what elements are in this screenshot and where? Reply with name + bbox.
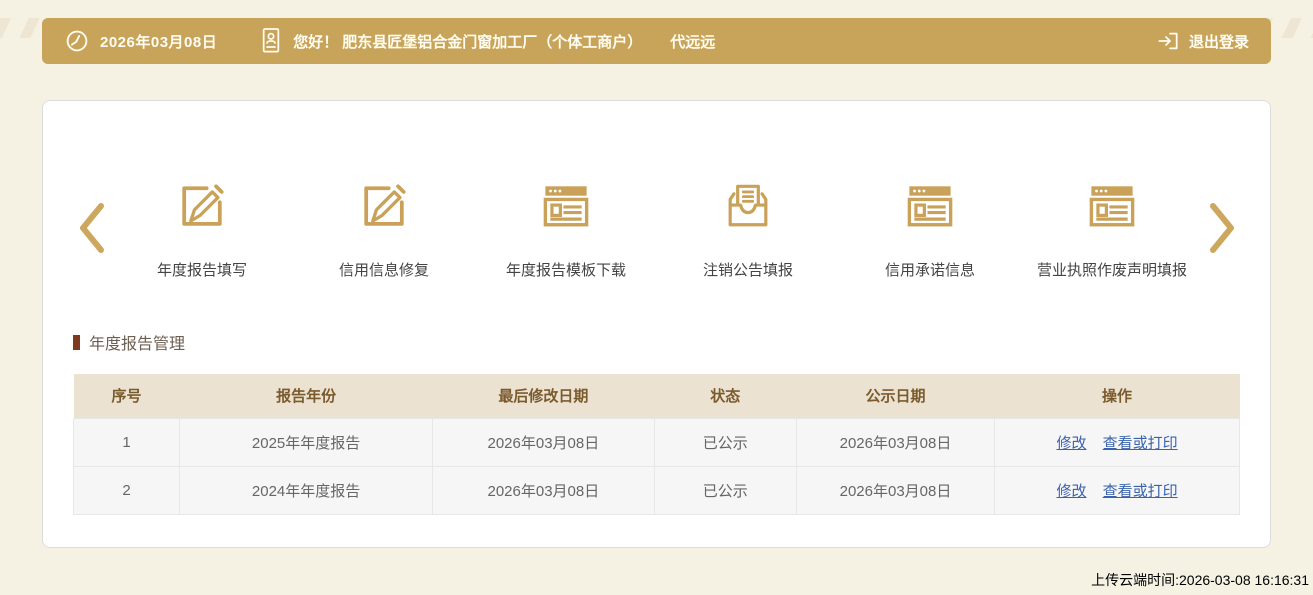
cell-year: 2025年年度报告 xyxy=(180,418,433,466)
template-icon xyxy=(900,175,960,237)
company-name: 肥东县匠堡铝合金门窗加工厂（个体工商户） xyxy=(342,31,642,52)
logout-button[interactable]: 退出登录 xyxy=(1156,29,1249,53)
logout-icon xyxy=(1156,29,1180,53)
current-date: 2026年03月08日 xyxy=(100,31,217,52)
section-title-text: 年度报告管理 xyxy=(89,330,185,354)
template-icon xyxy=(1082,175,1142,237)
edit-icon xyxy=(354,175,414,237)
feature-credit-repair[interactable]: 信用信息修复 xyxy=(293,175,475,280)
section-title: 年度报告管理 xyxy=(73,330,1240,354)
cell-published: 2026年03月08日 xyxy=(796,418,994,466)
id-badge-icon xyxy=(259,26,283,56)
header-actions: 操作 xyxy=(995,374,1240,418)
cell-actions: 修改 查看或打印 xyxy=(995,466,1240,514)
annual-report-table: 序号 报告年份 最后修改日期 状态 公示日期 操作 1 2025年年度报告 20… xyxy=(73,374,1240,515)
cell-actions: 修改 查看或打印 xyxy=(995,418,1240,466)
feature-annual-report-fill[interactable]: 年度报告填写 xyxy=(111,175,293,280)
feature-label: 信用信息修复 xyxy=(339,259,429,280)
feature-credit-commitment[interactable]: 信用承诺信息 xyxy=(839,175,1021,280)
header-modified: 最后修改日期 xyxy=(433,374,655,418)
header-year: 报告年份 xyxy=(180,374,433,418)
header-status: 状态 xyxy=(654,374,796,418)
header-published: 公示日期 xyxy=(796,374,994,418)
cell-published: 2026年03月08日 xyxy=(796,466,994,514)
date-group: 2026年03月08日 xyxy=(64,28,217,54)
feature-cancellation-notice[interactable]: 注销公告填报 xyxy=(657,175,839,280)
feature-label: 年度报告模板下载 xyxy=(506,259,626,280)
modify-link[interactable]: 修改 xyxy=(1056,483,1086,500)
cell-year: 2024年年度报告 xyxy=(180,466,433,514)
topbar: 2026年03月08日 您好！ 肥东县匠堡铝合金门窗加工厂（个体工商户） 代远远… xyxy=(42,18,1271,64)
feature-carousel: 年度报告填写 信用信息修复 xyxy=(73,175,1240,280)
cell-modified: 2026年03月08日 xyxy=(433,418,655,466)
chevron-left-icon[interactable] xyxy=(73,202,111,254)
modify-link[interactable]: 修改 xyxy=(1056,435,1086,452)
greeting-text: 您好！ xyxy=(293,31,338,52)
main-card: 年度报告填写 信用信息修复 xyxy=(42,100,1271,548)
clock-icon xyxy=(64,28,90,54)
template-icon xyxy=(536,175,596,237)
cell-modified: 2026年03月08日 xyxy=(433,466,655,514)
table-row: 2 2024年年度报告 2026年03月08日 已公示 2026年03月08日 … xyxy=(74,466,1240,514)
upload-timestamp: 上传云端时间:2026-03-08 16:16:31 xyxy=(1091,570,1309,590)
feature-label: 注销公告填报 xyxy=(703,259,793,280)
header-seq: 序号 xyxy=(74,374,180,418)
operator-name: 代远远 xyxy=(670,31,715,52)
cell-status: 已公示 xyxy=(654,466,796,514)
table-row: 1 2025年年度报告 2026年03月08日 已公示 2026年03月08日 … xyxy=(74,418,1240,466)
inbox-icon xyxy=(718,175,778,237)
view-print-link[interactable]: 查看或打印 xyxy=(1103,435,1178,452)
cell-seq: 1 xyxy=(74,418,180,466)
edit-icon xyxy=(172,175,232,237)
user-group: 您好！ 肥东县匠堡铝合金门窗加工厂（个体工商户） 代远远 xyxy=(259,26,715,56)
cell-seq: 2 xyxy=(74,466,180,514)
section-marker xyxy=(73,335,80,350)
feature-list: 年度报告填写 信用信息修复 xyxy=(111,175,1203,280)
view-print-link[interactable]: 查看或打印 xyxy=(1103,483,1178,500)
cell-status: 已公示 xyxy=(654,418,796,466)
feature-label: 信用承诺信息 xyxy=(885,259,975,280)
table-header-row: 序号 报告年份 最后修改日期 状态 公示日期 操作 xyxy=(74,374,1240,418)
feature-template-download[interactable]: 年度报告模板下载 xyxy=(475,175,657,280)
logout-label: 退出登录 xyxy=(1189,31,1249,52)
feature-label: 年度报告填写 xyxy=(157,259,247,280)
feature-label: 营业执照作废声明填报 xyxy=(1037,259,1187,280)
chevron-right-icon[interactable] xyxy=(1203,202,1241,254)
feature-license-void-declaration[interactable]: 营业执照作废声明填报 xyxy=(1021,175,1203,280)
